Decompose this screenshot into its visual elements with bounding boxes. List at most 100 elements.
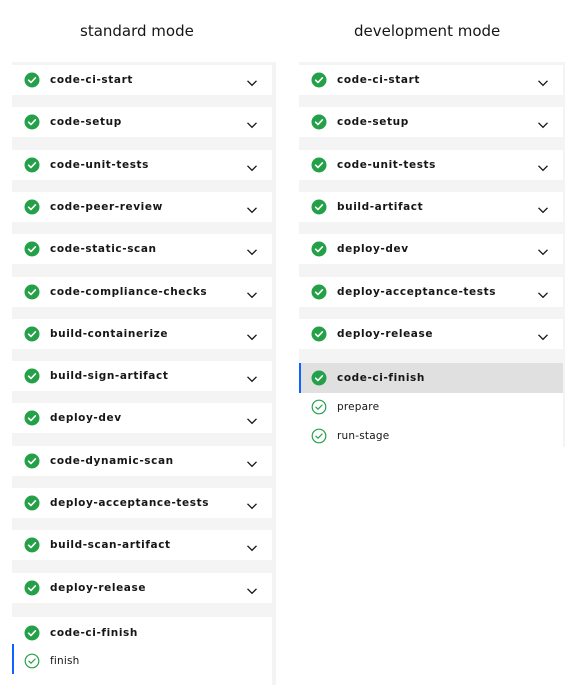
step-label: code-unit-tests [337, 159, 437, 171]
chevron-down-icon[interactable] [537, 159, 549, 172]
success-check-icon [24, 537, 40, 553]
outline-check-icon [24, 653, 40, 669]
step-row[interactable]: code-dynamic-scan [12, 446, 272, 476]
step-row[interactable]: build-artifact [299, 192, 563, 222]
success-check-icon [311, 284, 327, 300]
step-label: build-scan-artifact [50, 539, 171, 551]
step-row[interactable]: code-peer-review [12, 192, 272, 222]
success-check-icon [24, 410, 40, 426]
success-check-icon [24, 453, 40, 469]
chevron-down-icon[interactable] [246, 370, 258, 383]
step-row[interactable]: code-unit-tests [299, 150, 563, 180]
substep-row[interactable]: finish [12, 646, 80, 676]
chevron-down-icon[interactable] [246, 497, 258, 510]
success-check-icon [24, 241, 40, 257]
step-row[interactable]: code-unit-tests [12, 150, 272, 180]
active-step-indicator [12, 644, 14, 674]
substep-label: run-stage [337, 430, 390, 442]
step-label: deploy-acceptance-tests [50, 497, 210, 509]
success-check-icon [24, 580, 40, 596]
step-label: deploy-acceptance-tests [337, 286, 497, 298]
step-row[interactable]: deploy-dev [12, 403, 272, 433]
step-row[interactable]: build-containerize [12, 319, 272, 349]
step-label: code-static-scan [50, 243, 157, 255]
success-check-icon [311, 114, 327, 130]
chevron-down-icon[interactable] [246, 243, 258, 256]
substep-row[interactable]: prepare [299, 392, 379, 422]
step-label: build-containerize [50, 328, 169, 340]
step-row[interactable]: build-sign-artifact [12, 361, 272, 391]
step-label: code-ci-finish [50, 627, 138, 639]
step-row[interactable]: code-ci-finish [299, 363, 563, 393]
step-label: code-setup [50, 116, 122, 128]
step-row[interactable]: build-scan-artifact [12, 530, 272, 560]
success-check-icon [311, 326, 327, 342]
development-mode-pipeline: code-ci-start code-setup code-unit-tests bu… [299, 62, 565, 450]
step-label: deploy-release [50, 582, 147, 594]
step-label: code-dynamic-scan [50, 455, 174, 467]
success-check-icon [24, 284, 40, 300]
chevron-down-icon[interactable] [246, 159, 258, 172]
step-row[interactable]: deploy-acceptance-tests [12, 488, 272, 518]
chevron-down-icon[interactable] [246, 201, 258, 214]
substep-label: finish [50, 655, 80, 667]
chevron-down-icon[interactable] [537, 286, 549, 299]
step-label: code-peer-review [50, 201, 163, 213]
step-row[interactable]: code-ci-start [299, 65, 563, 95]
step-row[interactable]: code-setup [12, 107, 272, 137]
success-check-icon [24, 625, 40, 641]
chevron-down-icon[interactable] [537, 201, 549, 214]
step-label: deploy-release [337, 328, 434, 340]
step-label: build-artifact [337, 201, 424, 213]
success-check-icon [24, 495, 40, 511]
step-row[interactable]: deploy-dev [299, 234, 563, 264]
chevron-down-icon[interactable] [246, 455, 258, 468]
step-row[interactable]: deploy-release [12, 573, 272, 603]
chevron-down-icon[interactable] [246, 412, 258, 425]
success-check-icon [24, 368, 40, 384]
chevron-down-icon[interactable] [246, 582, 258, 595]
success-check-icon [311, 199, 327, 215]
success-check-icon [311, 370, 327, 386]
success-check-icon [24, 326, 40, 342]
step-row[interactable]: deploy-release [299, 319, 563, 349]
chevron-down-icon[interactable] [537, 74, 549, 87]
step-label: code-setup [337, 116, 409, 128]
standard-mode-pipeline: code-ci-start code-setup code-unit-tests co… [12, 62, 276, 685]
success-check-icon [311, 72, 327, 88]
chevron-down-icon[interactable] [246, 328, 258, 341]
chevron-down-icon[interactable] [537, 328, 549, 341]
step-label: deploy-dev [337, 243, 409, 255]
step-label: code-ci-start [337, 74, 420, 86]
outline-check-icon [311, 399, 327, 415]
step-row[interactable]: code-static-scan [12, 234, 272, 264]
step-row[interactable]: code-ci-finish [12, 618, 272, 648]
chevron-down-icon[interactable] [246, 539, 258, 552]
success-check-icon [24, 114, 40, 130]
step-label: build-sign-artifact [50, 370, 169, 382]
step-row[interactable]: code-compliance-checks [12, 277, 272, 307]
success-check-icon [24, 199, 40, 215]
substep-row[interactable]: run-stage [299, 421, 389, 451]
step-label: deploy-dev [50, 412, 122, 424]
step-row[interactable]: code-ci-start [12, 65, 272, 95]
step-row[interactable]: code-setup [299, 107, 563, 137]
step-label: code-compliance-checks [50, 286, 208, 298]
success-check-icon [24, 157, 40, 173]
step-row[interactable]: deploy-acceptance-tests [299, 277, 563, 307]
success-check-icon [311, 157, 327, 173]
substep-label: prepare [337, 401, 380, 413]
chevron-down-icon[interactable] [537, 243, 549, 256]
chevron-down-icon[interactable] [246, 286, 258, 299]
chevron-down-icon[interactable] [537, 116, 549, 129]
step-label: code-unit-tests [50, 159, 150, 171]
step-label: code-ci-start [50, 74, 133, 86]
success-check-icon [311, 241, 327, 257]
standard-mode-heading: standard mode [80, 22, 194, 40]
outline-check-icon [311, 428, 327, 444]
success-check-icon [24, 72, 40, 88]
step-label: code-ci-finish [337, 372, 425, 384]
development-mode-heading: development mode [354, 22, 501, 40]
chevron-down-icon[interactable] [246, 74, 258, 87]
chevron-down-icon[interactable] [246, 116, 258, 129]
